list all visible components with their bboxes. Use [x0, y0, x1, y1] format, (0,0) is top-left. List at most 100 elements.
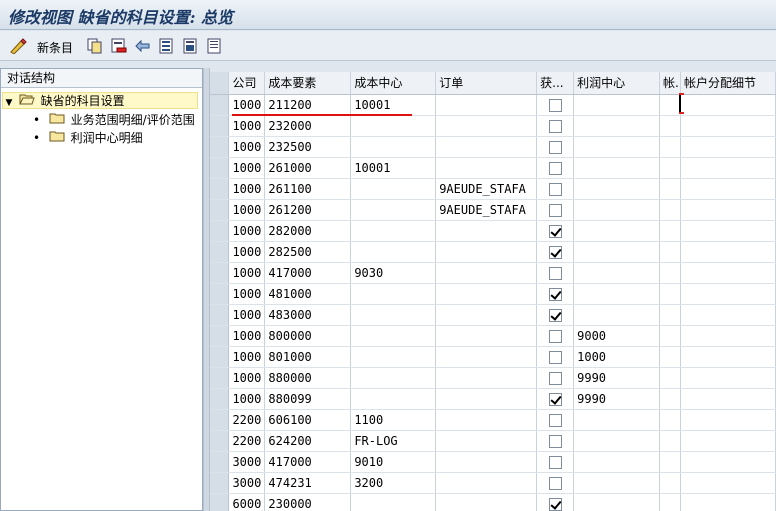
row-checkbox[interactable] — [548, 476, 562, 490]
profit-center-cell[interactable] — [573, 472, 661, 494]
cost-center-cell[interactable]: 10001 — [350, 94, 437, 116]
row-selector[interactable] — [210, 136, 230, 158]
assignment-detail-cell[interactable] — [680, 241, 776, 263]
profit-center-cell[interactable]: 9990 — [573, 367, 661, 389]
cost-center-cell[interactable]: 1100 — [350, 409, 437, 431]
table-row[interactable]: 1000 880099 9990 — [210, 388, 776, 410]
row-selector[interactable] — [210, 283, 230, 305]
assignment-detail-cell[interactable] — [680, 178, 776, 200]
order-cell[interactable] — [435, 283, 538, 305]
order-cell[interactable]: 9AEUDE_STAFA — [435, 178, 538, 200]
assignment-detail-cell[interactable] — [680, 157, 776, 179]
company-cell[interactable]: 1000 — [228, 220, 266, 242]
cost-center-cell[interactable] — [350, 241, 437, 263]
assignment-detail-cell[interactable] — [680, 220, 776, 242]
company-cell[interactable]: 1000 — [228, 241, 266, 263]
row-selector[interactable] — [210, 178, 230, 200]
delete-icon[interactable] — [110, 36, 128, 56]
order-cell[interactable] — [435, 157, 538, 179]
account-cell[interactable] — [659, 199, 681, 221]
row-selector[interactable] — [210, 220, 230, 242]
row-selector[interactable] — [210, 241, 230, 263]
order-cell[interactable] — [435, 136, 538, 158]
order-cell[interactable]: 9AEUDE_STAFA — [435, 199, 538, 221]
tree-node-profit-center[interactable]: • 利润中心明细 — [33, 130, 143, 147]
table-row[interactable]: 2200 624200 FR-LOG — [210, 430, 776, 452]
profit-center-cell[interactable] — [573, 136, 661, 158]
account-cell[interactable] — [659, 325, 681, 347]
order-cell[interactable] — [435, 367, 538, 389]
company-cell[interactable]: 1000 — [228, 325, 266, 347]
table-row[interactable]: 3000 474231 3200 — [210, 472, 776, 494]
row-checkbox[interactable] — [548, 203, 562, 217]
column-header-flag[interactable]: 获... — [536, 72, 575, 95]
order-cell[interactable] — [435, 409, 538, 431]
table-row[interactable]: 2200 606100 1100 — [210, 409, 776, 431]
row-selector[interactable] — [210, 94, 230, 116]
order-cell[interactable] — [435, 115, 538, 137]
profit-center-cell[interactable] — [573, 199, 661, 221]
column-header-company[interactable]: 公司 — [228, 72, 266, 95]
profit-center-cell[interactable] — [573, 241, 661, 263]
row-checkbox[interactable] — [548, 413, 562, 427]
table-row[interactable]: 1000 211200 10001 — [210, 94, 776, 116]
profit-center-cell[interactable] — [573, 94, 661, 116]
table-row[interactable]: 1000 261000 10001 — [210, 157, 776, 179]
cost-element-cell[interactable]: 261100 — [264, 178, 352, 200]
row-selector[interactable] — [210, 346, 230, 368]
column-header-account[interactable]: 帐. — [659, 72, 681, 95]
company-cell[interactable]: 1000 — [228, 94, 266, 116]
tree-node-business-area[interactable]: • 业务范围明细/评价范围 — [33, 112, 195, 129]
undo-icon[interactable] — [134, 36, 152, 56]
row-checkbox[interactable] — [548, 434, 562, 448]
cost-center-cell[interactable] — [350, 220, 437, 242]
profit-center-cell[interactable] — [573, 220, 661, 242]
row-selector[interactable] — [210, 262, 230, 284]
new-entries-button[interactable]: 新条目 — [37, 39, 73, 56]
account-cell[interactable] — [659, 493, 681, 511]
account-cell[interactable] — [659, 115, 681, 137]
cost-element-cell[interactable]: 880099 — [264, 388, 352, 410]
cost-center-cell[interactable] — [350, 388, 437, 410]
profit-center-cell[interactable] — [573, 157, 661, 179]
row-checkbox[interactable] — [548, 140, 562, 154]
cost-center-cell[interactable] — [350, 283, 437, 305]
column-header-assignment-detail[interactable]: 帐户分配细节 — [680, 72, 776, 95]
cost-center-cell[interactable]: 9030 — [350, 262, 437, 284]
cost-element-cell[interactable]: 261200 — [264, 199, 352, 221]
company-cell[interactable]: 1000 — [228, 304, 266, 326]
cost-center-cell[interactable]: 10001 — [350, 157, 437, 179]
cost-center-cell[interactable] — [350, 325, 437, 347]
row-checkbox[interactable] — [548, 98, 562, 112]
row-selector[interactable] — [210, 493, 230, 511]
order-cell[interactable] — [435, 241, 538, 263]
row-selector[interactable] — [210, 451, 230, 473]
assignment-detail-cell[interactable] — [680, 388, 776, 410]
company-cell[interactable]: 1000 — [228, 388, 266, 410]
account-cell[interactable] — [659, 409, 681, 431]
account-cell[interactable] — [659, 388, 681, 410]
row-checkbox[interactable] — [548, 182, 562, 196]
assignment-detail-cell[interactable] — [680, 115, 776, 137]
table-row[interactable]: 1000 261100 9AEUDE_STAFA — [210, 178, 776, 200]
account-cell[interactable] — [659, 157, 681, 179]
cost-element-cell[interactable]: 880000 — [264, 367, 352, 389]
assignment-detail-cell[interactable] — [680, 283, 776, 305]
assignment-detail-cell[interactable] — [680, 346, 776, 368]
cost-center-cell[interactable] — [350, 367, 437, 389]
order-cell[interactable] — [435, 220, 538, 242]
profit-center-cell[interactable] — [573, 283, 661, 305]
account-cell[interactable] — [659, 283, 681, 305]
column-header-cost-center[interactable]: 成本中心 — [350, 72, 437, 95]
cost-center-cell[interactable]: 9010 — [350, 451, 437, 473]
company-cell[interactable]: 1000 — [228, 346, 266, 368]
column-header-cost-element[interactable]: 成本要素 — [264, 72, 352, 95]
row-selector[interactable] — [210, 367, 230, 389]
copy-icon[interactable] — [86, 36, 104, 56]
profit-center-cell[interactable] — [573, 262, 661, 284]
row-checkbox[interactable] — [548, 245, 562, 259]
cost-center-cell[interactable] — [350, 136, 437, 158]
cost-element-cell[interactable]: 801000 — [264, 346, 352, 368]
row-checkbox[interactable] — [548, 119, 562, 133]
account-cell[interactable] — [659, 304, 681, 326]
